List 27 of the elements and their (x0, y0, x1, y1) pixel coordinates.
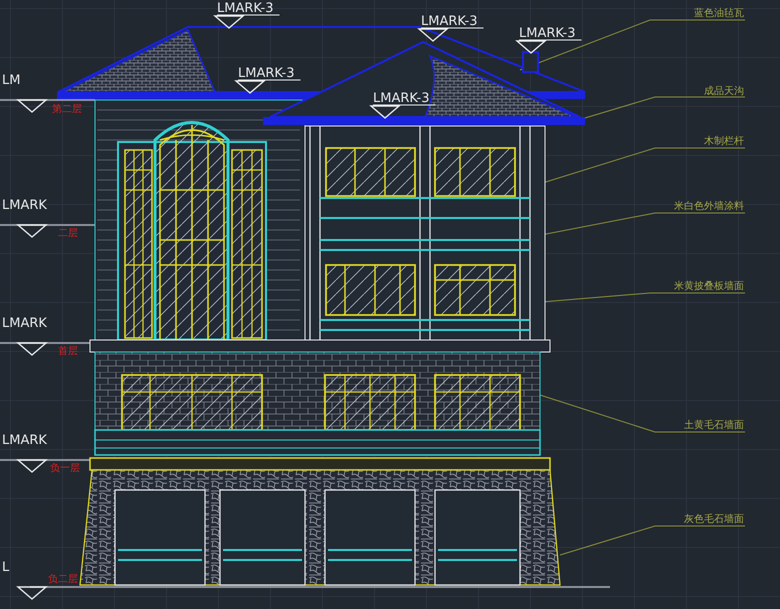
level-label: LMARK-3 (373, 91, 430, 106)
floor-label: 首层 (58, 346, 78, 357)
material-label: 土黄毛石墙面 (684, 420, 744, 431)
level-label: LMARK (2, 433, 47, 448)
level-mark-icon (16, 342, 48, 356)
floor-label: 二层 (58, 228, 78, 239)
level-mark-icon (16, 586, 48, 600)
level-mark-icon (16, 459, 48, 473)
material-label: 米黄披叠板墙面 (674, 281, 744, 292)
level-label: LMARK-3 (519, 26, 576, 41)
level-label: LMARK (2, 316, 47, 331)
floor-label: 负二层 (48, 574, 78, 585)
level-label: LMARK-3 (238, 66, 295, 81)
level-label: LMARK-3 (421, 14, 478, 29)
level-label: L (2, 560, 10, 575)
material-label: 灰色毛石墙面 (684, 514, 744, 525)
material-label: 木制栏杆 (704, 136, 744, 147)
level-label: LMARK (2, 198, 47, 213)
level-label: LMARK-3 (217, 1, 274, 16)
material-label: 米白色外墙涂料 (674, 201, 744, 212)
material-label: 成品天沟 (704, 86, 744, 97)
floor-label: 第二层 (52, 104, 82, 115)
level-mark-icon (16, 99, 48, 113)
material-label: 蓝色油毡瓦 (694, 8, 744, 19)
level-mark-icon (16, 224, 48, 238)
floor-label: 负一层 (50, 463, 80, 474)
level-label: LM (2, 73, 20, 88)
